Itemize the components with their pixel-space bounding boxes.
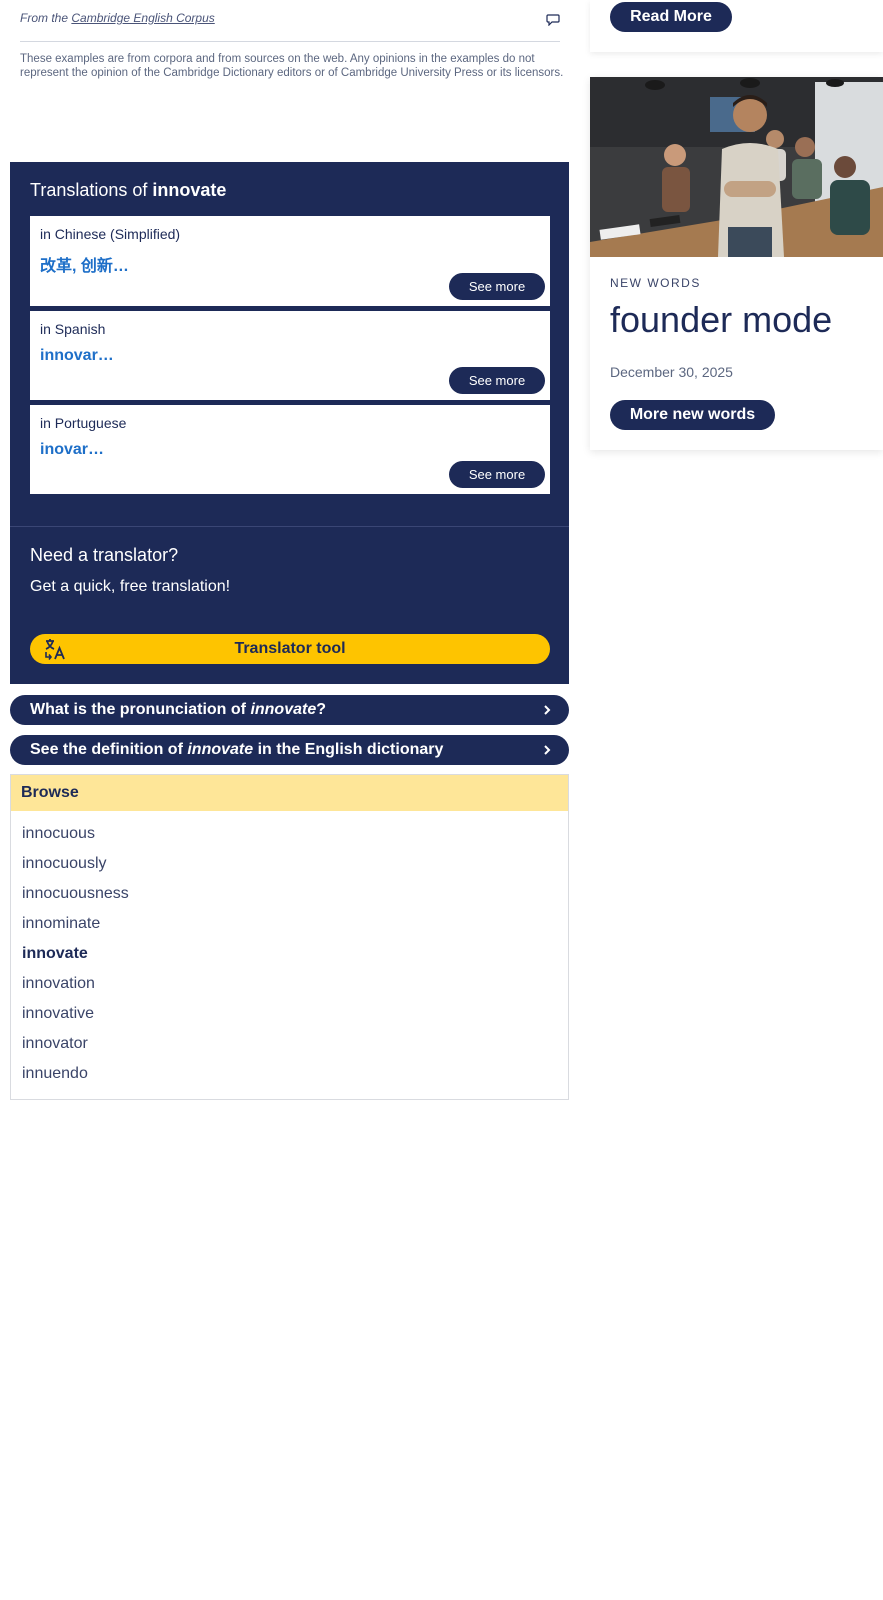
translation-card-chinese: in Chinese (Simplified) 改革, 创新… See more [30, 216, 550, 306]
browse-item[interactable]: innuendo [22, 1059, 129, 1089]
translator-title: Need a translator? [30, 545, 179, 565]
blog-card: Read More [590, 0, 883, 52]
corpus-from-label: From the [20, 11, 72, 25]
browse-item[interactable]: innovative [22, 999, 129, 1029]
translation-text[interactable]: innovar… [40, 347, 114, 365]
translation-card-portuguese: in Portuguese inovar… See more [30, 405, 550, 494]
new-word-date: December 30, 2025 [610, 364, 733, 380]
chevron-right-icon [544, 745, 551, 755]
translator-tool-label: Translator tool [234, 640, 346, 657]
new-words-label: NEW WORDS [610, 276, 701, 290]
new-word-title[interactable]: founder mode [610, 299, 832, 341]
translation-language: in Chinese (Simplified) [40, 226, 181, 242]
browse-item[interactable]: innocuous [22, 819, 129, 849]
translation-text[interactable]: inovar… [40, 441, 104, 459]
comment-icon[interactable] [546, 14, 560, 26]
corpus-source-link[interactable]: Cambridge English Corpus [71, 11, 214, 25]
corpus-disclaimer: These examples are from corpora and from… [20, 53, 564, 79]
browse-panel: Browse innocuous innocuously innocuousne… [10, 774, 569, 1100]
translation-language: in Spanish [40, 321, 106, 337]
translator-tool-button[interactable]: Translator tool [30, 634, 550, 664]
see-more-button[interactable]: See more [449, 461, 545, 488]
new-words-card: NEW WORDS founder mode December 30, 2025… [590, 77, 883, 450]
translate-icon [45, 639, 65, 660]
browse-item-current: innovate [22, 945, 88, 962]
browse-item[interactable]: innocuousness [22, 879, 129, 909]
translation-card-spanish: in Spanish innovar… See more [30, 311, 550, 400]
see-more-button[interactable]: See more [449, 273, 545, 300]
english-definition-link[interactable]: See the definition of innovate in the En… [10, 735, 569, 765]
more-new-words-button[interactable]: More new words [610, 400, 775, 430]
read-more-button[interactable]: Read More [610, 2, 732, 32]
office-photo [590, 77, 883, 257]
browse-item[interactable]: innocuously [22, 849, 129, 879]
translations-panel: Translations of innovate in Chinese (Sim… [10, 162, 569, 684]
new-words-image [590, 77, 883, 257]
translation-language: in Portuguese [40, 415, 127, 431]
corpus-source: From the Cambridge English Corpus [20, 11, 560, 31]
translations-heading: Translations of innovate [30, 180, 227, 200]
translator-subtitle: Get a quick, free translation! [30, 578, 231, 595]
chevron-right-icon [544, 705, 551, 715]
divider [20, 41, 560, 42]
browse-item[interactable]: innovator [22, 1029, 129, 1059]
browse-title: Browse [11, 775, 568, 811]
translations-word: innovate [152, 180, 227, 200]
translation-text[interactable]: 改革, 创新… [40, 252, 129, 276]
browse-list: innocuous innocuously innocuousness inno… [22, 819, 129, 1089]
browse-item[interactable]: innovation [22, 969, 129, 999]
pronunciation-link[interactable]: What is the pronunciation of innovate? [10, 695, 569, 725]
panel-divider [10, 526, 569, 527]
see-more-button[interactable]: See more [449, 367, 545, 394]
browse-item[interactable]: innominate [22, 909, 129, 939]
